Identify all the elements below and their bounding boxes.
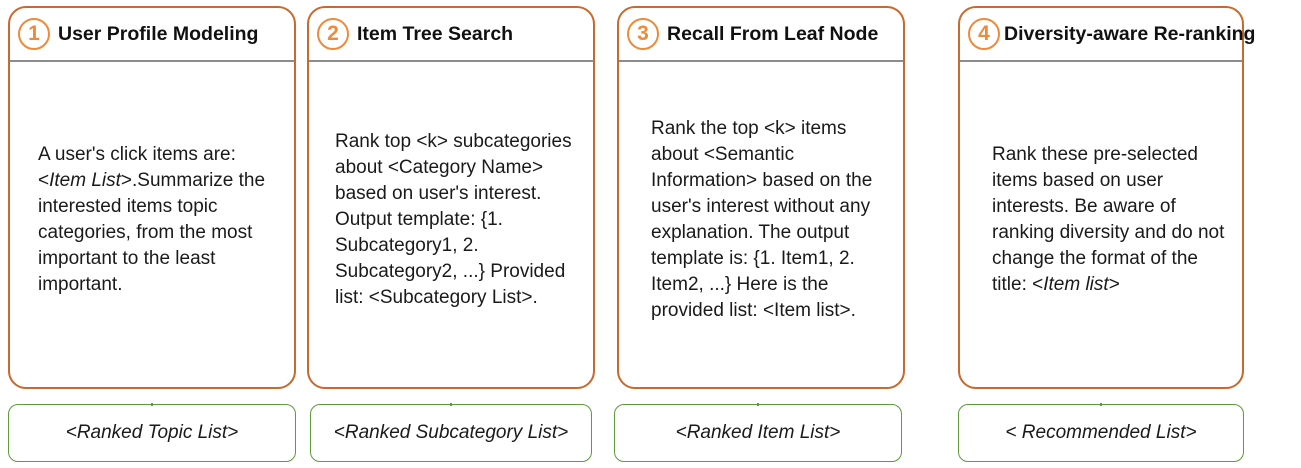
step-header: 2 Item Tree Search bbox=[309, 8, 593, 60]
step-number-badge: 2 bbox=[317, 18, 349, 50]
step-header: 3 Recall From Leaf Node bbox=[619, 8, 903, 60]
step-number-badge: 1 bbox=[18, 18, 50, 50]
prompt-text: Rank these pre-selected items based on u… bbox=[992, 143, 1225, 295]
step-number-badge: 3 bbox=[627, 18, 659, 50]
output-recommended-list: < Recommended List> bbox=[958, 403, 1244, 462]
output-ranked-topic-list: <Ranked Topic List> bbox=[8, 403, 296, 462]
prompt-text: Rank top <k> subcategories about <Catego… bbox=[335, 130, 572, 308]
step-title: User Profile Modeling bbox=[58, 22, 259, 45]
prompt-text: Rank the top <k> items about <Semantic I… bbox=[651, 117, 873, 321]
step-title: Recall From Leaf Node bbox=[667, 22, 879, 45]
step-header: 4 Diversity-aware Re-ranking bbox=[960, 8, 1255, 60]
output-ranked-subcategory-list: <Ranked Subcategory List> bbox=[310, 403, 592, 462]
step-card-diversity-aware-re-ranking: 4 Diversity-aware Re-ranking Rank these … bbox=[958, 6, 1255, 389]
prompt-text: A user's click items are: <Item List>.Su… bbox=[38, 143, 266, 295]
prompt-placeholder: Item List bbox=[49, 169, 121, 191]
step-header: 1 User Profile Modeling bbox=[10, 8, 294, 60]
step-number-badge: 4 bbox=[968, 18, 1000, 50]
step-card-recall-from-leaf-node: 3 Recall From Leaf Node Rank the top <k>… bbox=[617, 6, 905, 389]
step-title: Diversity-aware Re-ranking bbox=[1004, 22, 1256, 45]
output-ranked-item-list: <Ranked Item List> bbox=[614, 403, 902, 462]
pipeline-diagram: 1 User Profile Modeling A user's click i… bbox=[8, 6, 1293, 462]
prompt-placeholder: Item list bbox=[1043, 273, 1109, 295]
step-card-item-tree-search: 2 Item Tree Search Rank top <k> subcateg… bbox=[307, 6, 595, 389]
step-card-user-profile-modeling: 1 User Profile Modeling A user's click i… bbox=[8, 6, 296, 389]
step-title: Item Tree Search bbox=[357, 22, 514, 45]
